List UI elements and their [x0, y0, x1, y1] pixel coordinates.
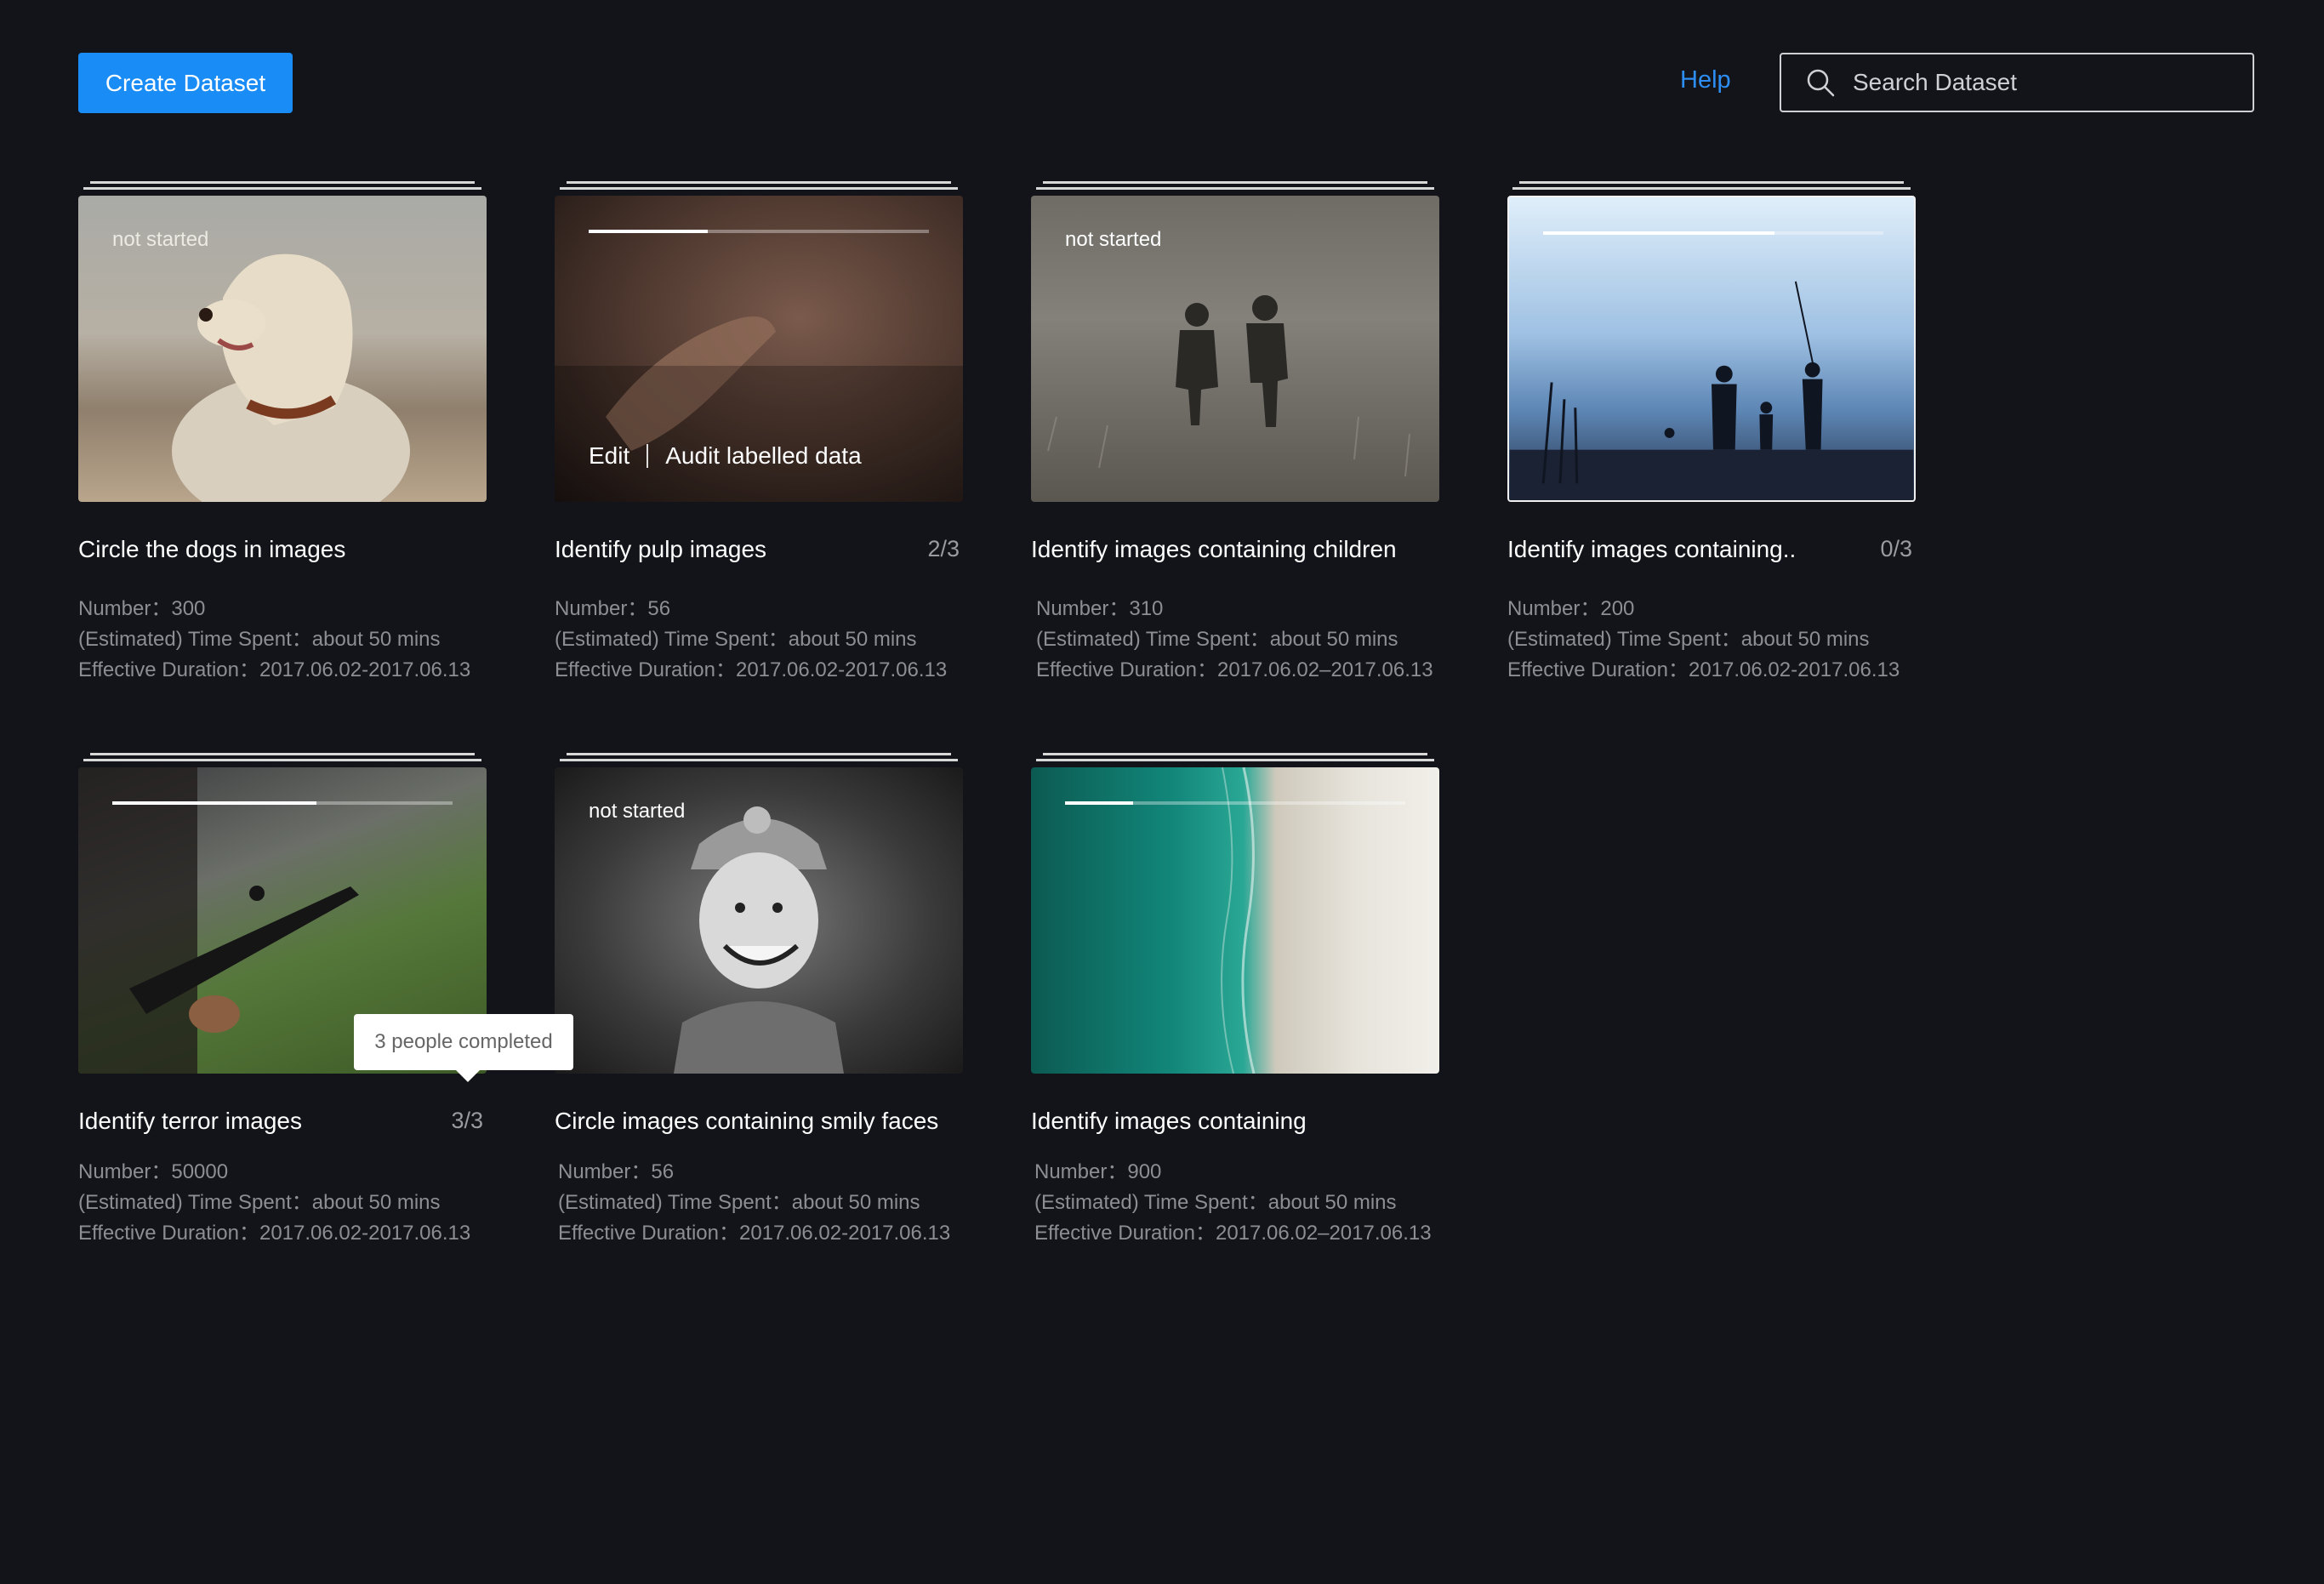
card-time: (Estimated) Time Spent：about 50 mins	[1036, 628, 1398, 651]
card-duration: Effective Duration：2017.06.02-2017.06.13	[555, 658, 948, 681]
card-stack-line	[83, 187, 481, 190]
card-actions: Edit Audit labelled data	[589, 442, 862, 470]
card-stack-line	[567, 181, 951, 184]
card-thumbnail[interactable]	[1031, 767, 1439, 1074]
card-thumbnail[interactable]: not started	[78, 196, 487, 502]
completion-count: 2/3	[927, 536, 960, 561]
card-title[interactable]: Identify pulp images	[555, 536, 766, 563]
card-meta: Number：300 (Estimated) Time Spent：about …	[78, 594, 470, 686]
card-thumbnail[interactable]: not started	[555, 767, 963, 1074]
dataset-card[interactable]: not started Circle the dogs in images Nu…	[78, 181, 487, 681]
card-time: (Estimated) Time Spent：about 50 mins	[1034, 1191, 1397, 1214]
search-box[interactable]	[1780, 53, 2254, 112]
card-stack-line	[560, 187, 958, 190]
card-time: (Estimated) Time Spent：about 50 mins	[78, 1191, 441, 1214]
edit-button[interactable]: Edit	[589, 442, 629, 470]
card-stack-line	[1043, 181, 1427, 184]
card-number: Number：900	[1034, 1160, 1162, 1183]
completion-tooltip: 3 people completed	[354, 1014, 573, 1082]
progress-bar	[1065, 801, 1405, 805]
card-stack-line	[1519, 181, 1904, 184]
card-duration: Effective Duration：2017.06.02-2017.06.13	[78, 658, 471, 681]
card-number: Number：50000	[78, 1160, 229, 1183]
card-thumbnail[interactable]: not started	[1031, 196, 1439, 502]
status-label: not started	[112, 228, 209, 251]
card-title[interactable]: Identify images containing..	[1507, 536, 1796, 563]
progress-bar	[589, 230, 929, 233]
audit-labelled-data-button[interactable]: Audit labelled data	[665, 442, 861, 470]
status-label: not started	[1065, 228, 1162, 251]
card-title[interactable]: Identify images containing	[1031, 1108, 1307, 1135]
card-stack-line	[1043, 753, 1427, 755]
dataset-card[interactable]: Identify images containing Number：900 (E…	[1031, 753, 1439, 1245]
progress-fill	[589, 230, 708, 233]
card-stack-line	[1036, 759, 1434, 761]
card-meta: Number：56 (Estimated) Time Spent：about 5…	[555, 594, 947, 686]
card-number: Number：310	[1036, 597, 1164, 620]
beach-illustration	[1221, 767, 1256, 1074]
card-stack-line	[560, 759, 958, 761]
card-duration: Effective Duration：2017.06.02-2017.06.13	[1507, 658, 1900, 681]
progress-fill	[1543, 231, 1774, 235]
card-meta: Number：56 (Estimated) Time Spent：about 5…	[558, 1157, 950, 1249]
create-dataset-button[interactable]: Create Dataset	[78, 53, 293, 113]
search-icon	[1802, 64, 1839, 101]
progress-fill	[112, 801, 316, 805]
dataset-card[interactable]: Edit Audit labelled data Identify pulp i…	[555, 181, 963, 681]
card-stack-line	[90, 753, 475, 755]
card-duration: Effective Duration：2017.06.02–2017.06.13	[1036, 658, 1433, 681]
card-number: Number：56	[558, 1160, 675, 1183]
card-title[interactable]: Identify images containing children	[1031, 536, 1397, 563]
card-title[interactable]: Identify terror images	[78, 1108, 302, 1135]
card-meta: Number：200 (Estimated) Time Spent：about …	[1507, 594, 1900, 686]
completion-count: 3/3	[451, 1108, 483, 1133]
dataset-list-page: Create Dataset Help not started Circle t	[0, 0, 2324, 1584]
card-meta: Number：900 (Estimated) Time Spent：about …	[1034, 1157, 1432, 1249]
card-title[interactable]: Circle images containing smily faces	[555, 1108, 938, 1135]
card-time: (Estimated) Time Spent：about 50 mins	[558, 1191, 920, 1214]
card-title[interactable]: Circle the dogs in images	[78, 536, 345, 563]
action-separator	[647, 444, 649, 468]
completion-count: 0/3	[1880, 536, 1912, 561]
card-stack-line	[90, 181, 475, 184]
card-stack-line	[567, 753, 951, 755]
card-thumbnail[interactable]	[1507, 196, 1916, 502]
progress-bar	[112, 801, 453, 805]
progress-bar	[1543, 231, 1883, 235]
card-stack-line	[83, 759, 481, 761]
card-number: Number：200	[1507, 597, 1635, 620]
card-stack-line	[1036, 187, 1434, 190]
dataset-card[interactable]: not started Circle images containing smi…	[555, 753, 963, 1245]
card-meta: Number：310 (Estimated) Time Spent：about …	[1036, 594, 1433, 686]
card-stack-line	[1512, 187, 1911, 190]
card-duration: Effective Duration：2017.06.02-2017.06.13	[558, 1222, 951, 1245]
card-number: Number：56	[555, 597, 671, 620]
card-duration: Effective Duration：2017.06.02-2017.06.13	[78, 1222, 471, 1245]
status-label: not started	[589, 800, 686, 823]
card-duration: Effective Duration：2017.06.02–2017.06.13	[1034, 1222, 1432, 1245]
card-thumbnail[interactable]: Edit Audit labelled data	[555, 196, 963, 502]
card-meta: Number：50000 (Estimated) Time Spent：abou…	[78, 1157, 470, 1249]
progress-fill	[1065, 801, 1133, 805]
help-link[interactable]: Help	[1680, 66, 1731, 94]
card-time: (Estimated) Time Spent：about 50 mins	[78, 628, 441, 651]
card-time: (Estimated) Time Spent：about 50 mins	[1507, 628, 1870, 651]
card-time: (Estimated) Time Spent：about 50 mins	[555, 628, 917, 651]
dataset-card[interactable]: not started Identify images containing c…	[1031, 181, 1439, 681]
dataset-card[interactable]: Identify images containing.. 0/3 Number：…	[1507, 181, 1916, 681]
search-input[interactable]	[1851, 54, 2253, 111]
card-number: Number：300	[78, 597, 206, 620]
fishing-illustration	[1509, 281, 1914, 500]
